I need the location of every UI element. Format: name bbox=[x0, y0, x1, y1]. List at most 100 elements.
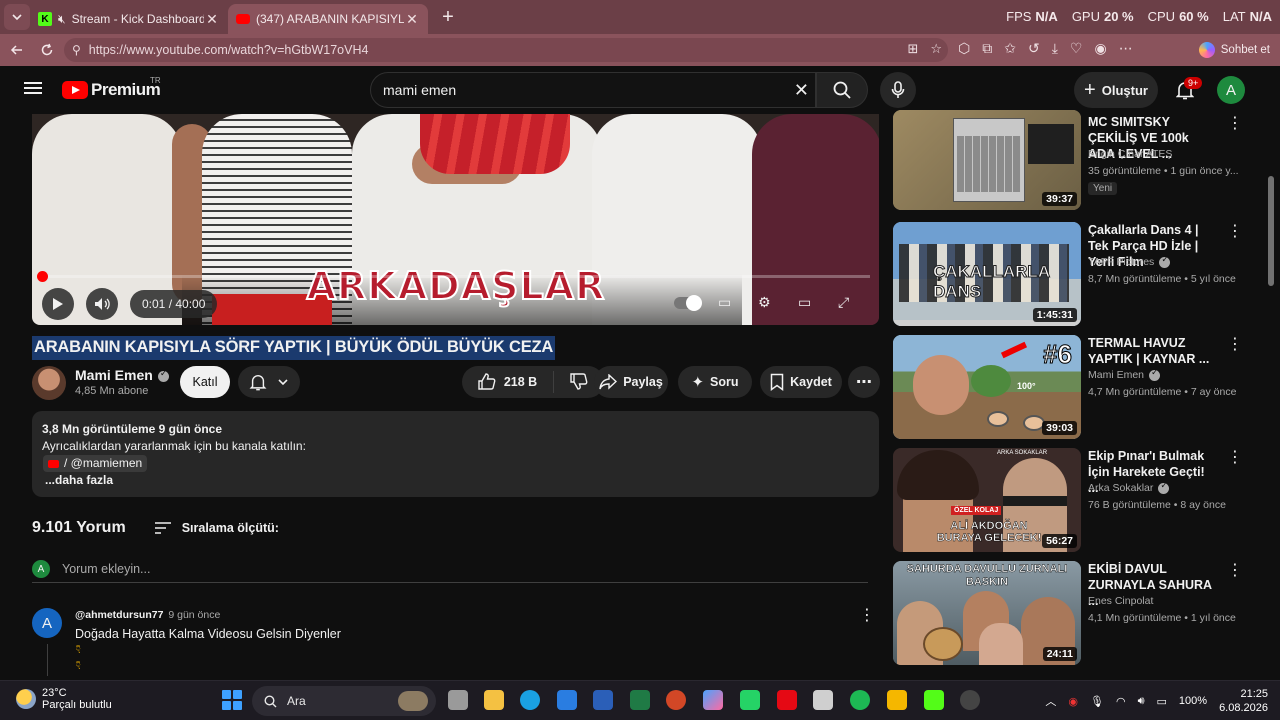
url-field[interactable]: ⚲ https://www.youtube.com/watch?v=hGtbW1… bbox=[64, 38, 948, 62]
volume-button[interactable] bbox=[86, 288, 118, 320]
hamburger-menu-icon[interactable] bbox=[24, 79, 42, 95]
join-button[interactable]: Katıl bbox=[180, 366, 230, 398]
commenter-handle[interactable]: @ahmetdursun77 9 gün önce bbox=[75, 609, 220, 621]
related-video-title[interactable]: TERMAL HAVUZ YAPTIK | KAYNAR ... bbox=[1088, 335, 1214, 367]
tray-app-icon[interactable]: ◉ bbox=[1068, 695, 1078, 708]
word-icon[interactable] bbox=[593, 690, 613, 710]
video-thumbnail[interactable]: ARKA SOKAKLAR ÖZEL KOLAJ ALİ AKDOĞAN BUR… bbox=[893, 448, 1081, 552]
account-avatar[interactable]: A bbox=[1217, 76, 1245, 104]
favorites-icon[interactable]: ✩ bbox=[1004, 40, 1016, 57]
related-channel-name[interactable]: Arka Sokaklar bbox=[1088, 480, 1170, 494]
battery-icon[interactable]: ▭ bbox=[1157, 695, 1167, 708]
video-thumbnail[interactable]: SAHURDA DAVULLU ZURNALI BASKIN 24:11 bbox=[893, 561, 1081, 665]
ask-button[interactable]: ✦ Soru bbox=[678, 366, 752, 398]
edge-browser-icon[interactable] bbox=[520, 690, 540, 710]
related-channel-name[interactable]: Mami Emen bbox=[1088, 367, 1161, 381]
comment-menu-icon[interactable]: ⋮ bbox=[859, 608, 875, 624]
chevron-up-icon[interactable]: ︿ bbox=[1045, 693, 1056, 709]
related-channel-name[interactable]: Enes Cinpolat bbox=[1088, 595, 1153, 607]
video-thumbnail[interactable]: 39:37 bbox=[893, 110, 1081, 210]
youtube-logo[interactable]: Premium TR bbox=[62, 76, 161, 100]
video-thumbnail[interactable]: #6 100° 39:03 bbox=[893, 335, 1081, 439]
more-menu-icon[interactable]: ⋯ bbox=[1119, 40, 1133, 57]
video-menu-icon[interactable]: ⋮ bbox=[1227, 224, 1243, 240]
extensions-icon[interactable]: ⬡ bbox=[958, 40, 970, 57]
page-scrollbar[interactable] bbox=[1266, 114, 1276, 676]
windows-start-icon[interactable] bbox=[222, 690, 242, 710]
task-view-icon[interactable] bbox=[448, 690, 468, 710]
video-menu-icon[interactable]: ⋮ bbox=[1227, 450, 1243, 466]
video-menu-icon[interactable]: ⋮ bbox=[1227, 337, 1243, 353]
create-button[interactable]: + Oluştur bbox=[1074, 72, 1158, 108]
subtitles-icon[interactable]: ▭ bbox=[718, 294, 731, 311]
copilot-app-icon[interactable] bbox=[703, 690, 723, 710]
dislike-button[interactable] bbox=[570, 372, 588, 393]
video-player[interactable]: ARKADAŞLAR 0:01 / 40:00 ▭ ⚙ ▭ ⤢ bbox=[32, 114, 879, 325]
fullscreen-icon[interactable]: ⤢ bbox=[838, 294, 849, 311]
close-tab-icon[interactable]: ✕ bbox=[204, 11, 220, 28]
favorite-star-icon[interactable]: ☆ bbox=[930, 41, 942, 57]
back-button[interactable] bbox=[2, 35, 32, 65]
split-screen-icon[interactable]: ⧉ bbox=[982, 40, 992, 57]
voice-search-button[interactable] bbox=[880, 72, 916, 108]
clear-search-icon[interactable]: ✕ bbox=[794, 80, 809, 101]
kick-app-icon[interactable] bbox=[924, 690, 944, 710]
downloads-icon[interactable]: ⤓ bbox=[1052, 40, 1058, 57]
scrollbar-thumb[interactable] bbox=[1268, 176, 1274, 286]
site-info-icon[interactable]: ⚲ bbox=[72, 43, 81, 57]
share-button[interactable]: Paylaş bbox=[594, 366, 668, 398]
theater-mode-icon[interactable]: ▭ bbox=[798, 294, 811, 311]
commenter-avatar[interactable]: A bbox=[32, 608, 62, 638]
settings-gear-icon[interactable]: ⚙ bbox=[758, 294, 771, 311]
like-button[interactable]: 218 B bbox=[478, 373, 537, 391]
copilot-button[interactable]: Sohbet et bbox=[1198, 42, 1270, 58]
video-thumbnail[interactable]: ÇAKALLARLA DANS 1:45:31 bbox=[893, 222, 1081, 326]
netflix-icon[interactable] bbox=[777, 690, 797, 710]
show-more-link[interactable]: ...daha fazla bbox=[45, 472, 869, 489]
description-box[interactable]: 3,8 Mn görüntüleme 9 gün önce Ayrıcalıkl… bbox=[32, 411, 879, 497]
video-menu-icon[interactable]: ⋮ bbox=[1227, 563, 1243, 579]
search-button[interactable] bbox=[816, 72, 868, 108]
microsoft-store-icon[interactable] bbox=[557, 690, 577, 710]
tab-youtube-video[interactable]: (347) ARABANIN KAPISIYLA SÖRF ✕ bbox=[228, 4, 428, 34]
related-video-item[interactable]: SAHURDA DAVULLU ZURNALI BASKIN 24:11 EKİ… bbox=[893, 561, 1243, 665]
search-input[interactable]: mami emen ✕ bbox=[370, 72, 816, 108]
muted-speaker-icon[interactable]: 🔇︎ bbox=[58, 12, 66, 27]
spotify-icon[interactable] bbox=[850, 690, 870, 710]
file-explorer-icon[interactable] bbox=[484, 690, 504, 710]
taskbar-search[interactable]: Ara bbox=[252, 686, 436, 716]
app-available-icon[interactable]: ⊞ bbox=[907, 41, 918, 57]
r-app-icon[interactable] bbox=[887, 690, 907, 710]
related-video-item[interactable]: 39:37 MC SIMITSKY ÇEKİLİŞ VE 100k ADA LE… bbox=[893, 110, 1243, 218]
profile-icon[interactable]: ◉ bbox=[1094, 40, 1106, 57]
channel-handle-link[interactable]: / @mamiemen bbox=[43, 455, 148, 472]
channel-avatar[interactable] bbox=[32, 366, 66, 400]
related-video-item[interactable]: ÇAKALLARLA DANS 1:45:31 Çakallarla Dans … bbox=[893, 222, 1243, 326]
add-comment-field[interactable]: A Yorum ekleyin... bbox=[32, 559, 868, 583]
related-channel-name[interactable]: Engin Çınar ATEŞ bbox=[1088, 148, 1172, 160]
subscription-bell-button[interactable] bbox=[238, 366, 300, 398]
whatsapp-icon[interactable] bbox=[740, 690, 760, 710]
clock[interactable]: 21:25 6.08.2026 bbox=[1219, 687, 1268, 715]
powerpoint-icon[interactable] bbox=[666, 690, 686, 710]
related-video-item[interactable]: ARKA SOKAKLAR ÖZEL KOLAJ ALİ AKDOĞAN BUR… bbox=[893, 448, 1243, 552]
speaker-icon[interactable]: 🔊︎ bbox=[1138, 695, 1145, 708]
history-icon[interactable]: ↺ bbox=[1028, 40, 1040, 57]
weather-widget[interactable]: 23°C Parçalı bulutlu bbox=[16, 687, 112, 711]
close-tab-icon[interactable]: ✕ bbox=[404, 11, 420, 28]
microphone-icon[interactable]: 🎙︎ bbox=[1090, 695, 1104, 708]
excel-icon[interactable] bbox=[630, 690, 650, 710]
sort-comments-button[interactable]: Sıralama ölçütü: bbox=[154, 521, 279, 535]
tab-kick-dashboard[interactable]: K 🔇︎ Stream - Kick Dashboard ✕ bbox=[30, 4, 228, 34]
related-video-item[interactable]: #6 100° 39:03 TERMAL HAVUZ YAPTIK | KAYN… bbox=[893, 335, 1243, 439]
new-tab-button[interactable]: + bbox=[434, 3, 462, 31]
reload-button[interactable] bbox=[32, 35, 62, 65]
more-actions-button[interactable]: ⋯ bbox=[848, 366, 880, 398]
related-channel-name[interactable]: TAFF Pictures bbox=[1088, 254, 1171, 268]
autoplay-toggle[interactable] bbox=[674, 294, 702, 312]
obs-icon[interactable] bbox=[960, 690, 980, 710]
play-button[interactable] bbox=[42, 288, 74, 320]
progress-bar[interactable] bbox=[37, 271, 870, 282]
calculator-icon[interactable] bbox=[813, 690, 833, 710]
save-button[interactable]: Kaydet bbox=[760, 366, 842, 398]
